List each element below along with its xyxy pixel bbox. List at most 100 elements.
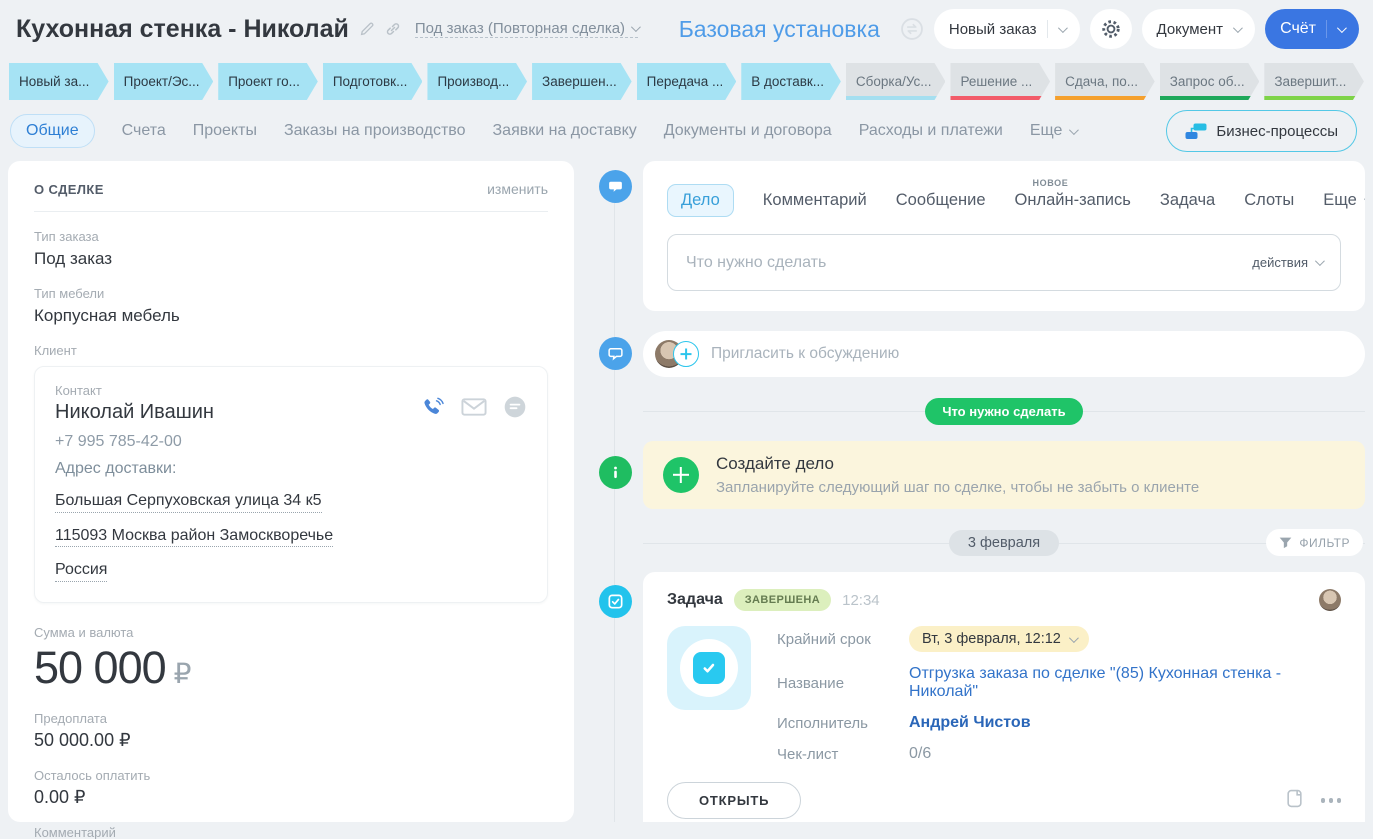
tab-expenses[interactable]: Расходы и платежи [859,122,1003,140]
business-processes-button[interactable]: Бизнес-процессы [1166,110,1357,152]
furniture-type-label: Тип мебели [34,286,105,301]
tab-production-orders[interactable]: Заказы на производство [284,122,466,140]
deal-type-selector[interactable]: Под заказ (Повторная сделка) [414,20,641,38]
history-swap-icon[interactable] [900,17,924,41]
stage-label: Подготовк... [332,74,408,89]
stage-item[interactable]: Проект го... [218,63,318,100]
open-task-button[interactable]: ОТКРЫТЬ [667,782,802,819]
header-actions: Базовая установка Новый заказ Документ С… [679,9,1359,49]
stage-item[interactable]: Запрос об... [1160,63,1260,100]
stage-item[interactable]: Завершен... [532,63,632,100]
todo-input[interactable] [686,253,1253,272]
composer-tab-activity[interactable]: Дело [667,184,734,217]
assignee-label: Исполнитель [777,714,868,732]
deadline-label: Крайний срок [777,630,871,648]
stage-label: Проект/Эс... [123,74,200,89]
stage-item[interactable]: Решение ... [950,63,1050,100]
assignee-link[interactable]: Андрей Чистов [909,714,1341,732]
document-label: Документ [1156,20,1224,38]
tab-documents[interactable]: Документы и договора [664,122,832,140]
composer-tab-more[interactable]: Еще [1323,191,1365,210]
address-line-link[interactable]: 115093 Москва район Замоскворечье [55,525,334,548]
stage-item[interactable]: Подготовк... [323,63,423,100]
stage-color-marker [1055,96,1155,100]
avatar[interactable] [1319,589,1341,611]
stage-item[interactable]: Производ... [427,63,527,100]
address-line-link[interactable]: Россия [55,559,108,582]
invoice-button[interactable]: Счёт [1265,9,1359,49]
stage-item[interactable]: Сдача, по... [1055,63,1155,100]
button-divider [1326,20,1327,38]
add-participant-icon[interactable] [673,341,699,367]
about-title: О СДЕЛКЕ [34,181,104,197]
funnel-icon [1280,537,1292,548]
tab-more-label: Еще [1029,122,1063,139]
filter-label: ФИЛЬТР [1299,535,1350,550]
funnel-selector[interactable]: Базовая установка [679,16,880,43]
chevron-down-icon [1336,22,1347,33]
stage-item[interactable]: Сборка/Ус... [846,63,946,100]
task-status-badge: ЗАВЕРШЕНА [733,589,832,611]
stage-item[interactable]: В доставк... [741,63,841,100]
stage-color-marker [950,96,1050,100]
add-activity-icon[interactable] [663,457,699,493]
phone-call-icon[interactable] [422,396,445,424]
activity-chat-icon [598,170,632,203]
copy-link-icon[interactable] [385,21,401,37]
composer-tab-comment[interactable]: Комментарий [763,191,867,210]
date-badge: 3 февраля [948,529,1060,556]
new-order-button[interactable]: Новый заказ [933,9,1080,49]
button-divider [1046,20,1048,38]
tab-more[interactable]: Еще [1029,122,1080,140]
edit-title-icon[interactable] [359,21,375,37]
clipboard-check-icon [693,652,725,684]
chat-icon[interactable] [503,395,527,424]
stage-label: Запрос об... [1169,74,1245,89]
tab-projects[interactable]: Проекты [193,122,257,140]
stage-badge-row: Что нужно сделать [587,397,1365,425]
invite-input[interactable] [711,345,1353,363]
discussion-chat-icon [598,337,632,370]
document-button[interactable]: Документ [1141,9,1256,49]
timeline-panel: Дело Комментарий Сообщение НОВОЕ Онлайн-… [587,161,1365,822]
stage-item[interactable]: Новый за... [9,63,109,100]
composer-row: Дело Комментарий Сообщение НОВОЕ Онлайн-… [587,161,1365,311]
chevron-down-icon [1314,256,1325,267]
chevron-down-icon [631,22,641,33]
comment-label: Комментарий [34,824,116,839]
contact-name[interactable]: Николай Ивашин [55,401,214,424]
actions-dropdown[interactable]: действия [1252,255,1325,270]
tab-general[interactable]: Общие [10,114,95,148]
composer-tab-message[interactable]: Сообщение [896,191,986,210]
stage-item[interactable]: Проект/Эс... [114,63,214,100]
tab-delivery-requests[interactable]: Заявки на доставку [493,122,637,140]
composer-tab-online-booking[interactable]: НОВОЕ Онлайн-запись [1015,178,1131,210]
composer-tab-slots[interactable]: Слоты [1244,191,1294,210]
deadline-value[interactable]: Вт, 3 февраля, 12:12 [909,626,1089,652]
date-divider-row: 3 февраля ФИЛЬТР [587,529,1365,556]
pin-note-icon[interactable] [1286,789,1303,813]
email-icon[interactable] [461,398,487,421]
stage-item[interactable]: Завершит... [1264,63,1364,100]
pipeline-stages: Новый за... Проект/Эс... Проект го... По… [9,63,1364,100]
edit-deal-link[interactable]: изменить [487,181,548,197]
amount-value: 50 000 ₽ [34,642,548,694]
hint-text: Запланируйте следующий шаг по сделке, чт… [716,479,1200,496]
address-line-link[interactable]: Большая Серпуховская улица 34 к5 [55,490,322,513]
tab-invoices[interactable]: Счета [122,122,166,140]
task-name-link[interactable]: Отгрузка заказа по сделке "(85) Кухонная… [909,665,1341,701]
filter-button[interactable]: ФИЛЬТР [1266,529,1363,556]
stage-color-marker [846,96,946,100]
more-actions-icon[interactable] [1320,798,1341,803]
chevron-down-icon [1068,632,1079,643]
furniture-type-value: Корпусная мебель [34,306,180,325]
task-type-label: Задача [667,591,723,608]
stage-label: Завершен... [542,74,617,89]
task-time: 12:34 [842,591,880,609]
task-entry-row: Задача ЗАВЕРШЕНА 12:34 Крайний срок Вт, … [587,572,1365,822]
settings-gear-button[interactable] [1089,9,1132,49]
stage-item[interactable]: Передача ... [637,63,737,100]
actions-label: действия [1252,255,1308,270]
composer-tab-task[interactable]: Задача [1160,191,1215,210]
contact-phone[interactable]: +7 995 785-42-00 [55,433,527,451]
